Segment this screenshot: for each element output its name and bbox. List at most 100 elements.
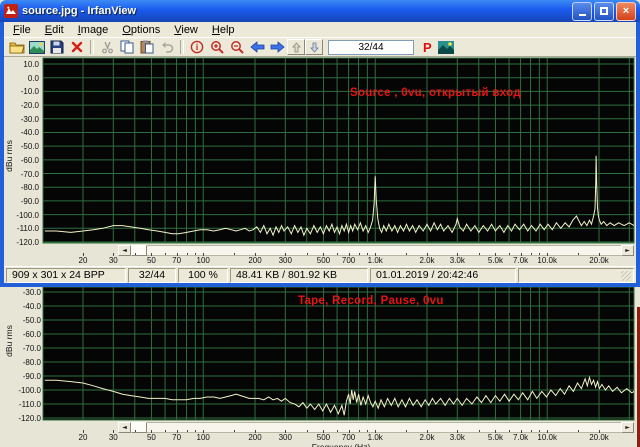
x-minor-tick <box>234 253 235 255</box>
y-axis-title: dBu rms <box>4 121 14 191</box>
x-minor-tick <box>135 253 136 255</box>
page-up-icon[interactable] <box>287 39 305 55</box>
p-flag-label[interactable]: P <box>423 40 432 55</box>
x-minor-tick <box>531 430 532 432</box>
scroll-right-icon[interactable]: ► <box>621 422 634 433</box>
x-tick-label: 300 <box>265 256 305 265</box>
x-tick-label: 20.0k <box>579 256 619 265</box>
x-tick-label: 30 <box>93 256 133 265</box>
save-icon[interactable] <box>47 39 67 55</box>
cut-icon[interactable] <box>97 39 117 55</box>
image-counter-field[interactable]: 32/44 <box>328 40 414 55</box>
x-minor-tick <box>135 430 136 432</box>
zoom-in-icon[interactable] <box>207 39 227 55</box>
x-minor-tick <box>337 430 338 432</box>
x-minor-tick <box>479 430 480 432</box>
irfanview-window: source.jpg - IrfanView × File Edit Image… <box>0 0 640 287</box>
page-down-icon[interactable] <box>305 39 323 55</box>
close-icon: × <box>623 5 629 17</box>
x-tick-mark <box>83 430 84 433</box>
x-tick-label: 1.0k <box>355 256 395 265</box>
paste-icon[interactable] <box>137 39 157 55</box>
status-file-size: 48.41 KB / 801.92 KB <box>230 268 368 283</box>
screen: source.jpg - IrfanView × File Edit Image… <box>0 0 640 447</box>
x-tick-mark <box>255 430 256 433</box>
y-tick-label: -100.0 <box>3 386 41 395</box>
x-minor-tick <box>367 430 368 432</box>
minimize-button[interactable] <box>572 2 592 21</box>
y-tick-label: -100.0 <box>5 211 39 220</box>
window-body: File Edit Image Options View Help <box>0 22 640 287</box>
x-tick-mark <box>427 253 428 256</box>
x-minor-tick <box>509 430 510 432</box>
x-tick-mark <box>495 430 496 433</box>
x-tick-mark <box>151 253 152 256</box>
x-tick-mark <box>177 430 178 433</box>
titlebar[interactable]: source.jpg - IrfanView × <box>0 0 640 22</box>
copy-icon[interactable] <box>117 39 137 55</box>
y-tick-label: 10.0 <box>5 60 39 69</box>
chart-annotation: Tape, Record, Pause, 0vu <box>298 295 444 307</box>
delete-icon[interactable] <box>67 39 87 55</box>
chart-annotation: Source , 0vu, открытый вход <box>350 87 521 99</box>
zoom-out-icon[interactable] <box>227 39 247 55</box>
tape-spectrum-window: -30.0-40.0-50.0-60.0-70.0-80.0-90.0-100.… <box>0 287 640 447</box>
x-tick-mark <box>375 253 376 256</box>
close-button[interactable]: × <box>616 2 636 21</box>
statusbar: 909 x 301 x 24 BPP 32/44 100 % 48.41 KB … <box>4 266 636 283</box>
toolbar-separator <box>90 40 94 54</box>
x-tick-mark <box>349 253 350 256</box>
x-minor-tick <box>539 430 540 432</box>
x-tick-mark <box>323 430 324 433</box>
x-tick-label: 100 <box>183 256 223 265</box>
status-zoom-level: 100 % <box>178 268 228 283</box>
slideshow-icon[interactable] <box>27 39 47 55</box>
x-tick-mark <box>151 430 152 433</box>
x-tick-label: 10.0k <box>527 433 567 442</box>
menu-image[interactable]: Image <box>71 24 116 36</box>
open-folder-icon[interactable] <box>7 39 27 55</box>
x-minor-tick <box>195 253 196 255</box>
menu-file[interactable]: File <box>6 24 38 36</box>
scroll-left-icon[interactable]: ◄ <box>118 422 131 433</box>
x-tick-label: 100 <box>183 433 223 442</box>
x-tick-mark <box>285 430 286 433</box>
menu-view[interactable]: View <box>167 24 205 36</box>
x-tick-mark <box>599 253 600 256</box>
resize-grip-icon[interactable] <box>621 271 631 281</box>
x-tick-mark <box>203 430 204 433</box>
status-image-dimensions: 909 x 301 x 24 BPP <box>6 268 126 283</box>
x-tick-mark <box>457 430 458 433</box>
undo-icon[interactable] <box>157 39 177 55</box>
x-tick-label: 1.0k <box>355 433 395 442</box>
menu-options[interactable]: Options <box>115 24 167 36</box>
window-title: source.jpg - IrfanView <box>22 5 570 17</box>
menu-help[interactable]: Help <box>205 24 242 36</box>
next-image-icon[interactable] <box>267 39 287 55</box>
prev-image-icon[interactable] <box>247 39 267 55</box>
image-view-area: 10.00.0-10.0-20.0-30.0-40.0-50.0-60.0-70… <box>4 57 636 266</box>
x-tick-mark <box>547 253 548 256</box>
maximize-button[interactable] <box>594 2 614 21</box>
info-icon[interactable]: i <box>187 39 207 55</box>
x-minor-tick <box>337 253 338 255</box>
x-minor-tick <box>531 253 532 255</box>
y-tick-label: 0.0 <box>5 74 39 83</box>
x-minor-tick <box>187 253 188 255</box>
menu-edit[interactable]: Edit <box>38 24 71 36</box>
y-tick-label: -110.0 <box>3 400 41 409</box>
x-minor-tick <box>406 253 407 255</box>
status-empty-panel <box>518 268 634 283</box>
scrollbar-thumb[interactable] <box>131 422 147 433</box>
scroll-right-icon[interactable]: ► <box>621 245 634 256</box>
jpg-ops-icon[interactable] <box>436 39 456 55</box>
x-tick-label: 20.0k <box>579 433 619 442</box>
x-minor-tick <box>165 430 166 432</box>
scrollbar-thumb[interactable] <box>131 245 147 256</box>
x-tick-mark <box>427 430 428 433</box>
scroll-left-icon[interactable]: ◄ <box>118 245 131 256</box>
y-tick-label: -10.0 <box>5 87 39 96</box>
x-tick-mark <box>113 253 114 256</box>
x-tick-mark <box>457 253 458 256</box>
x-minor-tick <box>187 430 188 432</box>
